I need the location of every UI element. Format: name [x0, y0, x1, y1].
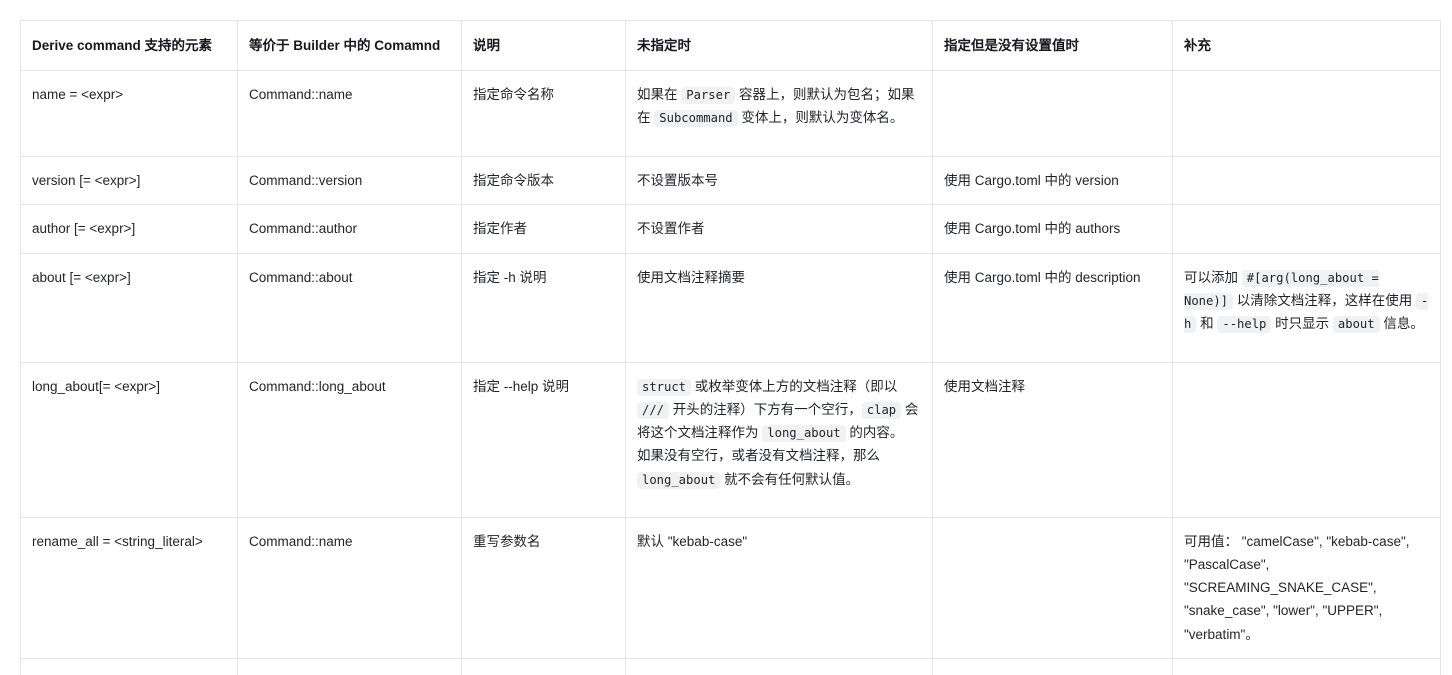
cell-when-unspecified: struct 或枚举变体上方的文档注释（即以 /// 开头的注释）下方有一个空行… [625, 361, 933, 518]
cell-when-unspecified: 使用文档注释摘要 [625, 252, 933, 363]
cell-notes: 可以添加 #[arg(long_about = None)] 以清除文档注释，这… [1172, 252, 1441, 363]
column-header-notes: 补充 [1172, 19, 1441, 72]
cell-element: author [= <expr>] [20, 204, 238, 254]
cell-description: 重写参数名 [461, 516, 626, 659]
cell-when-specified-no-value: 使用 Cargo.toml 中的 description [932, 252, 1173, 363]
cell-element: version [= <expr>] [20, 156, 238, 206]
cell-when-unspecified: 如果在 Parser 容器上，则默认为包名；如果在 Subcommand 变体上… [625, 70, 933, 158]
inline-code: --help [1217, 316, 1272, 334]
table-row: rename_all = <string_literal> Command::n… [20, 516, 1441, 659]
cell-element: about [= <expr>] [20, 252, 238, 363]
cell-builder-equivalent: Command::version [237, 156, 462, 206]
cell-notes [1172, 156, 1441, 206]
cell-notes [1172, 204, 1441, 254]
cell-description: 指定命令名称 [461, 70, 626, 158]
cell-builder-equivalent: Command::name [237, 70, 462, 158]
cell-when-unspecified: 不设置作者 [625, 204, 933, 254]
cell-paragraph: struct 或枚举变体上方的文档注释（即以 /// 开头的注释）下方有一个空行… [637, 378, 919, 443]
column-header-description: 说明 [461, 19, 626, 72]
cell-when-specified-no-value: 使用 Cargo.toml 中的 version [932, 156, 1173, 206]
cell-element: rename_all = <string_literal> [20, 516, 238, 659]
cell-builder-equivalent: Command::next_line_help [237, 657, 462, 675]
cell-notes [1172, 70, 1441, 158]
cell-when-unspecified: 默认 "kebab-case" [625, 516, 933, 659]
table-body: name = <expr> Command::name 指定命令名称 如果在 P… [20, 70, 1441, 675]
page-container: Derive command 支持的元素 等价于 Builder 中的 Coma… [0, 0, 1452, 675]
cell-description: 指定 -h 说明 [461, 252, 626, 363]
inline-code: clap [861, 401, 902, 419]
column-header-builder-equivalent: 等价于 Builder 中的 Comamnd [237, 19, 462, 72]
table-row: long_about[= <expr>] Command::long_about… [20, 361, 1441, 518]
cell-description: 指定作者 [461, 204, 626, 254]
inline-code: struct [637, 378, 692, 396]
cell-when-specified-no-value [932, 516, 1173, 659]
column-header-when-specified-no-value: 指定但是没有设置值时 [932, 19, 1173, 72]
cell-builder-equivalent: Command::name [237, 516, 462, 659]
column-header-when-unspecified: 未指定时 [625, 19, 933, 72]
cell-element: name = <expr> [20, 70, 238, 158]
inline-code: Subcommand [654, 110, 738, 128]
table-header-row: Derive command 支持的元素 等价于 Builder 中的 Coma… [20, 19, 1441, 72]
cell-when-unspecified: false [625, 657, 933, 675]
derive-command-attributes-table: Derive command 支持的元素 等价于 Builder 中的 Coma… [20, 19, 1441, 675]
table-row: next_line_help = <expr> Command::next_li… [20, 657, 1441, 675]
table-row: about [= <expr>] Command::about 指定 -h 说明… [20, 252, 1441, 363]
inline-code: /// [637, 401, 670, 419]
inline-code: Parser [681, 87, 736, 105]
cell-when-specified-no-value: 不可 [932, 657, 1173, 675]
cell-description: 指定命令版本 [461, 156, 626, 206]
cell-description: 说明文档是否新起一行 [461, 657, 626, 675]
inline-code: #[arg(long_about = None)] [1184, 269, 1379, 310]
cell-description: 指定 --help 说明 [461, 361, 626, 518]
cell-when-specified-no-value: 使用文档注释 [932, 361, 1173, 518]
column-header-element: Derive command 支持的元素 [20, 19, 238, 72]
cell-element: long_about[= <expr>] [20, 361, 238, 518]
cell-notes [1172, 657, 1441, 675]
cell-notes [1172, 361, 1441, 518]
cell-when-unspecified: 不设置版本号 [625, 156, 933, 206]
table-row: author [= <expr>] Command::author 指定作者 不… [20, 204, 1441, 254]
cell-builder-equivalent: Command::author [237, 204, 462, 254]
inline-code: long_about [637, 471, 721, 489]
table-row: version [= <expr>] Command::version 指定命令… [20, 156, 1441, 206]
cell-when-specified-no-value [932, 70, 1173, 158]
cell-paragraph: 如果没有空行，或者没有文档注释，那么 long_about 就不会有任何默认值。 [637, 448, 880, 489]
cell-element: next_line_help = <expr> [20, 657, 238, 675]
cell-when-specified-no-value: 使用 Cargo.toml 中的 authors [932, 204, 1173, 254]
table-header: Derive command 支持的元素 等价于 Builder 中的 Coma… [20, 19, 1441, 72]
cell-notes: 可用值： "camelCase", "kebab-case", "PascalC… [1172, 516, 1441, 659]
table-row: name = <expr> Command::name 指定命令名称 如果在 P… [20, 70, 1441, 158]
inline-code: long_about [762, 425, 846, 443]
cell-builder-equivalent: Command::long_about [237, 361, 462, 518]
cell-builder-equivalent: Command::about [237, 252, 462, 363]
inline-code: about [1332, 316, 1380, 334]
